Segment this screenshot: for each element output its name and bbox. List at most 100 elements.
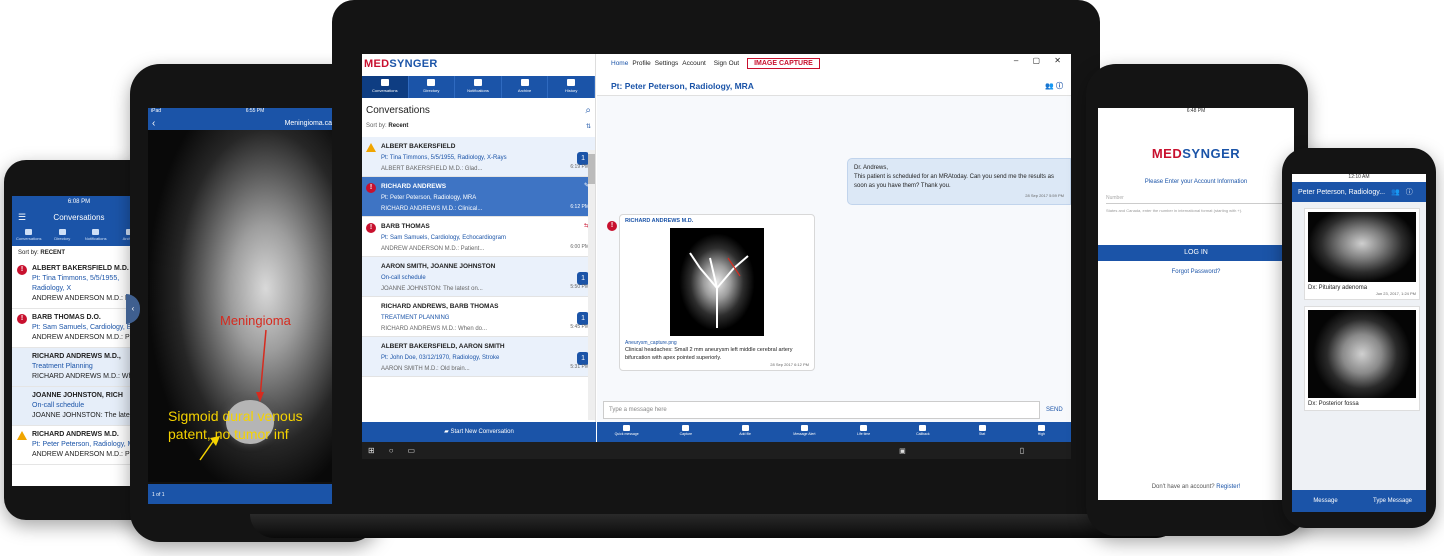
phone-number-field[interactable]: Number [1106, 195, 1286, 204]
account-prompt: Please Enter your Account Information [1144, 179, 1248, 185]
item-preview: JOANNE JOHNSTON: The lates [32, 412, 134, 419]
sort-az-icon[interactable]: ⇅ [586, 123, 591, 130]
search-icon[interactable]: ⌕ [585, 105, 591, 116]
window-controls[interactable]: – ▢ ✕ [1014, 56, 1067, 65]
right-tablet: 6:48 PM MEDSYNGER Please Enter your Acco… [1086, 64, 1308, 536]
mri-image[interactable] [1308, 310, 1416, 398]
image-time: Jun 23, 2017, 1:24 PM [1375, 291, 1416, 296]
group-icon[interactable]: 👥 [1391, 188, 1400, 196]
item-time: 5:31 PM [570, 364, 589, 370]
tab-directory[interactable]: Directory [46, 226, 80, 246]
tool-life-time[interactable]: Life time [834, 422, 893, 442]
nav-account[interactable]: Account [682, 60, 706, 67]
nav-settings[interactable]: Settings [655, 60, 679, 67]
forgot-password-link[interactable]: Forgot Password? [1098, 269, 1294, 275]
side-collapse-icon[interactable]: ‹ [126, 294, 140, 324]
item-name: ALBERT BAKERSFIELD [381, 143, 456, 150]
item-preview: RICHARD ANDREWS M.D.: Clinical... [381, 206, 483, 212]
angiogram-image[interactable] [670, 228, 764, 336]
back-arrow-icon[interactable]: ‹ [152, 118, 155, 129]
cortana-icon[interactable]: ○ [389, 446, 394, 455]
conversation-item-selected[interactable]: ! RICHARD ANDREWS Pt: Peter Peterson, Ra… [362, 177, 595, 217]
conversations-heading: Conversations ⌕ [362, 98, 595, 120]
tab-label: History [564, 88, 578, 93]
tool-capture[interactable]: Capture [656, 422, 715, 442]
nav-sign-out[interactable]: Sign Out [714, 60, 739, 67]
type-message-button[interactable]: Type Message [1359, 498, 1426, 504]
login-button[interactable]: LOG IN [1098, 245, 1294, 261]
field-hint: States and Canada, enter the number in i… [1106, 208, 1243, 213]
list-item[interactable]: RICHARD ANDREWS M.D. Pt: Peter Peterson,… [12, 426, 146, 465]
status-time: 6:55 PM [245, 108, 265, 114]
nav-home[interactable]: Home [611, 60, 628, 67]
image-title-bar: ‹ Meningioma.capture [148, 116, 362, 130]
vessels [689, 252, 749, 328]
info-icon[interactable]: ⓘ [1406, 187, 1413, 197]
tool-add-file[interactable]: Add file [716, 422, 775, 442]
conversation-item[interactable]: ! BARB THOMAS Pt: Sam Samuels, Cardiolog… [362, 217, 595, 257]
page-indicator: 1 of 1 [152, 492, 165, 498]
scroll-thumb[interactable] [588, 154, 595, 184]
message-input[interactable]: Type a message here [603, 401, 1040, 419]
status-bar: 6:08 PM [12, 196, 146, 208]
item-name: RICHARD ANDREWS [381, 183, 447, 190]
conversation-item[interactable]: ALBERT BAKERSFIELD Pt: Tina Timmons, 5/5… [362, 137, 595, 177]
tab-history[interactable]: History [548, 76, 595, 98]
tab-conversations[interactable]: Conversations [12, 226, 46, 246]
tab-notifications[interactable]: Notifications [79, 226, 113, 246]
group-and-info-icons[interactable]: 👥 ⓘ [1045, 81, 1063, 91]
tab-conversations[interactable]: Conversations [362, 76, 409, 98]
status-bar: iPad 6:55 PM [148, 108, 362, 116]
mri-image[interactable] [1308, 212, 1416, 282]
chat-icon [380, 79, 389, 86]
tool-quick-message[interactable]: Quick message [597, 422, 656, 442]
register-link[interactable]: Register! [1216, 484, 1240, 490]
nav-profile[interactable]: Profile [632, 60, 650, 67]
item-preview: ANDREW ANDERSON M.D.: Ple [32, 451, 136, 458]
tab-archive[interactable]: Archive [502, 76, 549, 98]
item-preview: ANDREW ANDERSON M.D.: Patient... [381, 246, 485, 252]
phone-icon [919, 425, 927, 431]
stat-alert-icon: ! [17, 314, 27, 324]
message-button[interactable]: Message [1292, 498, 1359, 504]
menu-icon[interactable]: ☰ [18, 212, 26, 223]
conversation-item[interactable]: AARON SMITH, JOANNE JOHNSTON On-call sch… [362, 257, 595, 297]
list-item[interactable]: RICHARD ANDREWS M.D., Treatment Planning… [12, 348, 146, 387]
image-message[interactable]: Dx: Pituitary adenoma Jun 23, 2017, 1:24… [1304, 208, 1420, 300]
item-preview: ANDREW ANDERSON M.D.: Pa [32, 334, 134, 341]
sort-control[interactable]: Sort by: RECENT [12, 246, 146, 260]
sort-control[interactable]: Sort by: Recent ⇅ [362, 120, 595, 137]
app-taskbar-icon[interactable]: ▣ [899, 447, 906, 455]
outgoing-message: Dr. Andrews, This patient is scheduled f… [847, 158, 1071, 205]
image-message[interactable]: Dx: Posterior fossa [1304, 306, 1420, 411]
conversation-item[interactable]: ALBERT BAKERSFIELD, AARON SMITH Pt: John… [362, 337, 595, 377]
bottom-actions: Message Type Message [1292, 490, 1426, 512]
task-view-icon[interactable]: ▭ [408, 446, 416, 455]
tab-notifications[interactable]: Notifications [455, 76, 502, 98]
sidebar-scrollbar[interactable] [588, 150, 595, 420]
tool-high[interactable]: High [1012, 422, 1071, 442]
sort-value: RECENT [40, 250, 66, 256]
tab-label: Archive [517, 88, 532, 93]
item-preview: AARON SMITH M.D.: Old brain... [381, 366, 470, 372]
paperclip-icon [741, 425, 749, 431]
sidebar-tabs: Conversations Directory Notifications Ar… [362, 76, 595, 98]
image-capture-button[interactable]: IMAGE CAPTURE [747, 57, 820, 69]
header-title: Conversations [53, 212, 105, 222]
item-name: BARB THOMAS D.O. [32, 314, 101, 321]
tool-message-alert[interactable]: Message Alert [775, 422, 834, 442]
item-patient: Pt: Sam Samuels, Cardiology, E [32, 324, 132, 331]
tab-directory[interactable]: Directory [409, 76, 456, 98]
tool-label: High [1037, 432, 1045, 436]
list-item[interactable]: JOANNE JOHNSTON, RICH On-call schedule J… [12, 387, 146, 426]
conversation-item[interactable]: RICHARD ANDREWS, BARB THOMAS TREATMENT P… [362, 297, 595, 337]
tool-callback[interactable]: Callback [893, 422, 952, 442]
send-button[interactable]: SEND [1046, 407, 1063, 413]
tab-label: Directory [54, 236, 71, 241]
windows-start-icon[interactable]: ⊞ [368, 446, 375, 455]
taskbar-tray-icon[interactable]: ▯ [1020, 446, 1024, 455]
start-conversation-button[interactable]: ▰ Start New Conversation [362, 422, 596, 442]
item-name: ALBERT BAKERSFIELD, AARON SMITH [381, 343, 505, 350]
tool-stat[interactable]: Stat [953, 422, 1012, 442]
tab-label: Conversations [15, 236, 42, 241]
